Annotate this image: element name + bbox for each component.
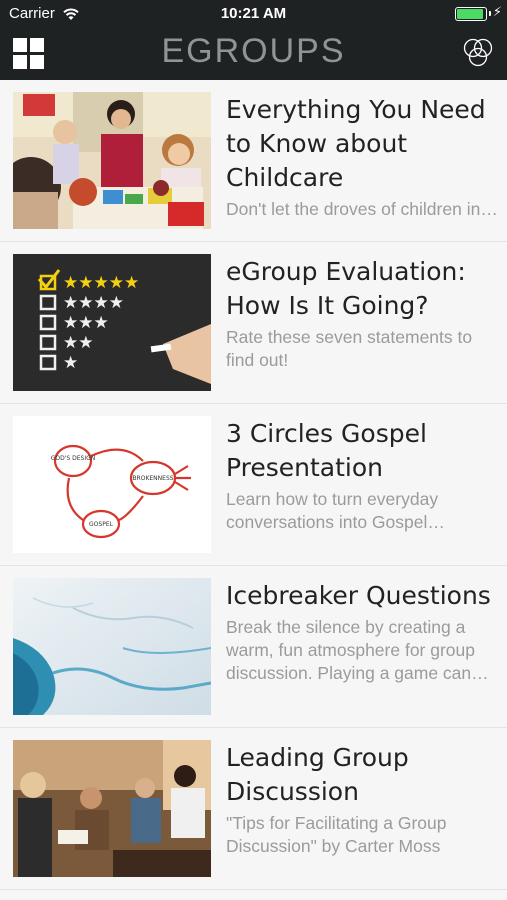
- battery-icon: [455, 7, 491, 21]
- nav-bar: EGROUPS: [0, 28, 507, 80]
- charging-bolt-icon: ⚡: [492, 5, 502, 20]
- article-title: eGroup Evaluation: How Is It Going?: [226, 257, 466, 320]
- svg-text:★★★★: ★★★★: [63, 293, 124, 313]
- list-item[interactable]: GOD'S DESIGN BROKENNESS GOSPEL 3 Circles…: [0, 404, 507, 566]
- three-circles-diagram: GOD'S DESIGN BROKENNESS GOSPEL: [13, 416, 211, 553]
- status-time: 10:21 AM: [220, 5, 287, 22]
- page-title: EGROUPS: [161, 32, 346, 70]
- list-item[interactable]: Leading Group Discussion "Tips for Facil…: [0, 728, 507, 890]
- article-description: "Tips for Facilitating a Group Discussio…: [226, 813, 447, 856]
- article-title: Icebreaker Questions: [226, 581, 491, 610]
- list-item[interactable]: Icebreaker Questions Break the silence b…: [0, 566, 507, 728]
- article-list: Everything You Need to Know about Childc…: [0, 80, 507, 890]
- article-title: Leading Group Discussion: [226, 743, 409, 806]
- svg-text:★★: ★★: [63, 333, 93, 353]
- diagram-label: BROKENNESS: [132, 475, 173, 482]
- article-title: Everything You Need to Know about Childc…: [226, 95, 486, 192]
- article-description: Don't let the droves of children in your…: [226, 199, 498, 219]
- article-description: Rate these seven statements to find out!: [226, 327, 473, 370]
- article-description: Learn how to turn everyday conversations…: [226, 489, 439, 532]
- childcare-photo: [13, 92, 211, 229]
- top-bar: Carrier 10:21 AM ⚡ EGROUPS: [0, 0, 507, 80]
- overlapping-circles-icon[interactable]: [461, 38, 495, 72]
- svg-text:★: ★: [63, 353, 78, 373]
- diagram-label: GOSPEL: [89, 521, 114, 528]
- article-description: Break the silence by creating a warm, fu…: [226, 617, 476, 683]
- ice-aerial-photo: [13, 578, 211, 715]
- svg-text:★★★: ★★★: [63, 313, 109, 333]
- diagram-label: GOD'S DESIGN: [51, 455, 95, 462]
- svg-text:★★★★★: ★★★★★: [63, 273, 139, 293]
- battery-fill: [457, 9, 483, 19]
- group-discussion-photo: [13, 740, 211, 877]
- article-title: 3 Circles Gospel Presentation: [226, 419, 427, 482]
- list-item[interactable]: ★★★★★ ★★★★ ★★★ ★★ ★ eGroup Evaluation: H…: [0, 242, 507, 404]
- status-bar: Carrier 10:21 AM ⚡: [0, 0, 507, 28]
- list-item[interactable]: Everything You Need to Know about Childc…: [0, 80, 507, 242]
- star-rating-chalkboard-photo: ★★★★★ ★★★★ ★★★ ★★ ★: [13, 254, 211, 391]
